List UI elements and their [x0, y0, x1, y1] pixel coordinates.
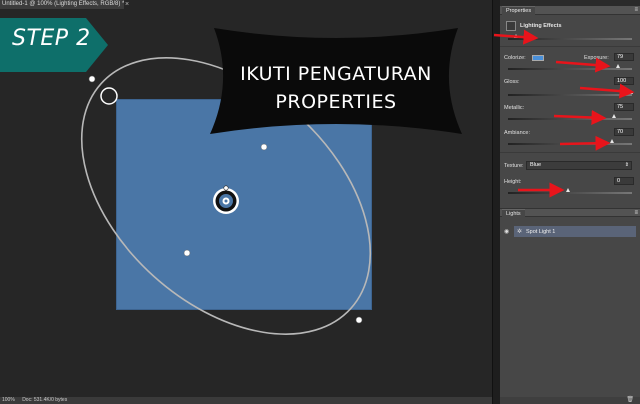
height-label: Height:	[504, 179, 522, 185]
colorize-label: Colorize:	[504, 55, 526, 61]
vertical-scrollbar[interactable]	[492, 0, 500, 404]
panel-header: Properties ≡	[500, 6, 640, 15]
ambiance-label: Ambiance:	[504, 130, 530, 136]
gloss-slider-track[interactable]	[508, 94, 632, 96]
step-label: STEP 2	[12, 26, 91, 51]
texture-label: Texture:	[504, 163, 524, 169]
height-input[interactable]: 0	[614, 177, 634, 185]
hotspot-ring	[100, 87, 118, 105]
gloss-input[interactable]: 100	[614, 77, 634, 85]
callout-text-line2: PROPERTIES	[275, 91, 397, 113]
panel-menu-icon[interactable]: ≡	[634, 6, 638, 15]
canvas-area[interactable]: Untitled-1 @ 100% (Lighting Effects, RGB…	[0, 0, 492, 404]
ambiance-slider-track[interactable]	[508, 143, 632, 145]
lighting-effects-icon	[506, 21, 516, 31]
callout-text-line1: IKUTI PENGATURAN	[240, 63, 432, 85]
trash-icon[interactable]: 🗑	[626, 397, 634, 404]
exposure-slider-thumb[interactable]	[616, 64, 620, 68]
panel-footer: 🗑	[500, 397, 640, 404]
tab-properties[interactable]: Properties	[502, 6, 536, 15]
texture-value: Blue	[530, 162, 542, 168]
preset-slider-thumb[interactable]	[514, 34, 518, 38]
chevron-updown-icon: ⇕	[624, 162, 629, 168]
filter-row: Lighting Effects	[504, 20, 636, 32]
spotlight-icon: ✲	[517, 229, 523, 235]
zoom-level[interactable]: 100%	[2, 397, 15, 403]
gloss-slider-thumb[interactable]	[629, 90, 633, 94]
metallic-input[interactable]: 75	[614, 103, 634, 111]
filter-name: Lighting Effects	[520, 23, 562, 29]
handle-bottom	[355, 316, 363, 324]
divider	[500, 46, 640, 47]
ambiance-input[interactable]: 70	[614, 128, 634, 136]
height-slider-track[interactable]	[508, 192, 632, 194]
lights-panel-header: Lights ≡	[500, 208, 640, 218]
properties-panel: Properties ≡ Lighting Effects Colorize: …	[500, 6, 640, 404]
exposure-slider-track[interactable]	[508, 68, 632, 70]
metallic-slider-thumb[interactable]	[612, 114, 616, 118]
handle-top	[88, 75, 96, 83]
intensity-widget	[213, 185, 239, 214]
tab-lights[interactable]: Lights	[502, 209, 525, 218]
preset-slider-track[interactable]	[508, 38, 632, 40]
exposure-input[interactable]: 79	[614, 53, 634, 61]
lights-menu-icon[interactable]: ≡	[634, 209, 638, 218]
divider	[500, 152, 640, 153]
status-bar: 100% Doc: 531.4K/0 bytes	[0, 397, 492, 404]
metallic-label: Metallic:	[504, 105, 525, 111]
texture-dropdown[interactable]: Blue ⇕	[526, 161, 632, 170]
light-name: Spot Light 1	[526, 229, 556, 235]
ambiance-slider-thumb[interactable]	[610, 139, 614, 143]
list-item[interactable]: ✲ Spot Light 1	[514, 226, 636, 237]
exposure-label: Exposure:	[584, 55, 609, 61]
gloss-label: Gloss:	[504, 79, 520, 85]
doc-size[interactable]: Doc: 531.4K/0 bytes	[22, 397, 67, 403]
metallic-slider-track[interactable]	[508, 118, 632, 120]
handle-upper	[260, 143, 268, 151]
colorize-swatch[interactable]	[532, 55, 544, 61]
eye-icon[interactable]: ◉	[504, 228, 509, 235]
handle-left	[183, 249, 191, 257]
height-slider-thumb[interactable]	[566, 188, 570, 192]
